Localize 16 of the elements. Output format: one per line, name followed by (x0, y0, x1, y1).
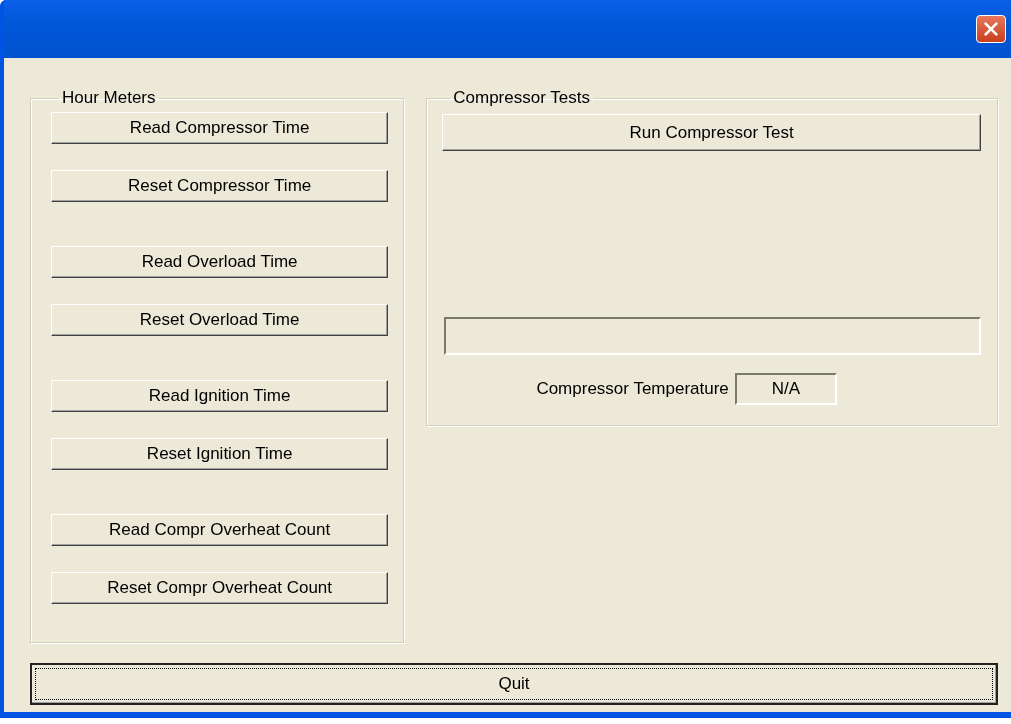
quit-button[interactable]: Quit (30, 663, 998, 705)
temperature-label: Compressor Temperature (536, 379, 729, 399)
command-button[interactable]: Reset Overload Time (51, 304, 389, 336)
command-button[interactable]: Reset Compressor Time (51, 170, 389, 202)
temperature-value: N/A (734, 373, 837, 405)
close-button[interactable] (976, 15, 1006, 43)
command-button[interactable]: Read Compressor Time (51, 112, 389, 144)
close-icon (982, 20, 1000, 38)
run-test-button[interactable]: Run Compressor Test (442, 114, 981, 151)
command-button[interactable]: Read Ignition Time (51, 380, 389, 412)
command-button[interactable]: Reset Compr Overheat Count (51, 572, 389, 604)
command-button[interactable]: Reset Ignition Time (51, 438, 389, 470)
group-title: Hour Meters (61, 88, 157, 108)
group-title: Compressor Tests (452, 88, 591, 108)
command-button[interactable]: Read Overload Time (51, 246, 389, 278)
command-button[interactable]: Read Compr Overheat Count (51, 514, 389, 546)
